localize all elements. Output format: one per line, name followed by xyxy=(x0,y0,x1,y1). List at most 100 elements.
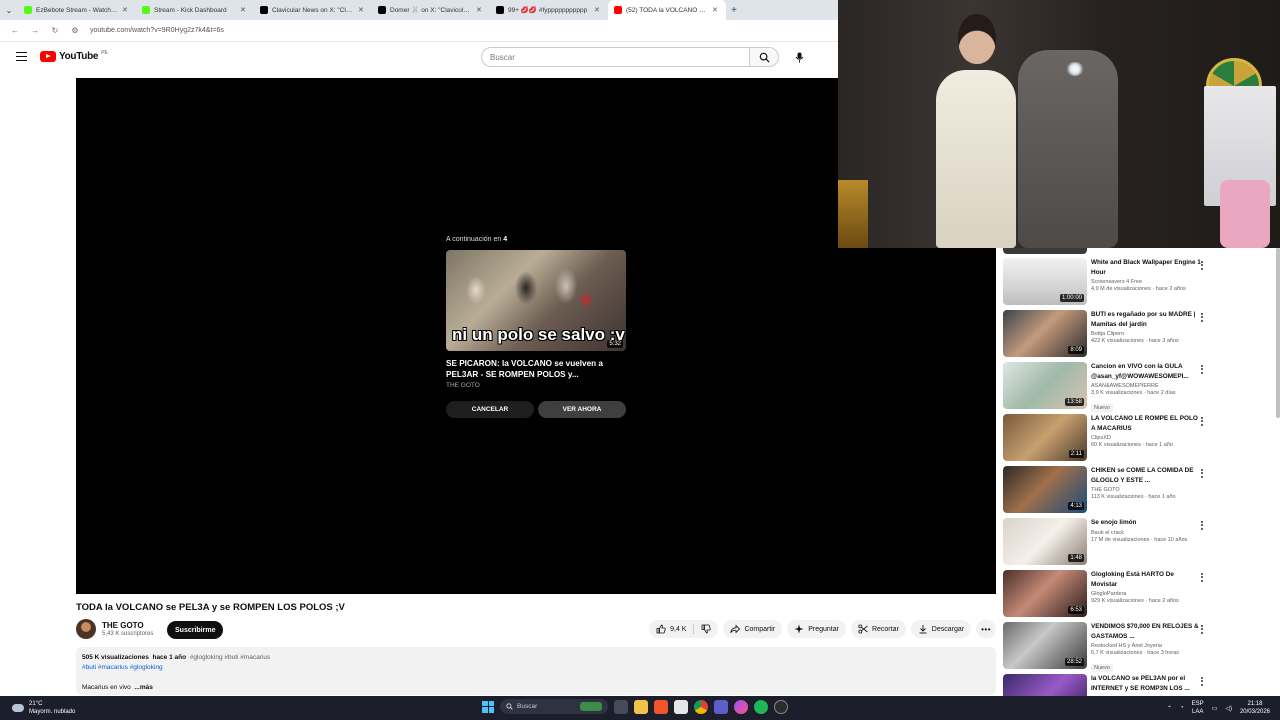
browser-tab[interactable]: Stream - Kick Dashboard ✕ xyxy=(136,0,254,20)
menu-icon[interactable] xyxy=(16,52,27,61)
video-title[interactable]: Cancion en VIVO con la GULA @asan_yf@WOW… xyxy=(1091,362,1201,381)
show-more-link[interactable]: ...más xyxy=(134,684,152,691)
more-actions-button[interactable]: ••• xyxy=(976,620,996,638)
close-tab-icon[interactable]: ✕ xyxy=(476,6,484,14)
watch-now-button[interactable]: VER AHORA xyxy=(538,401,626,418)
forward-arrow-icon[interactable]: → xyxy=(30,26,40,35)
file-explorer-icon[interactable] xyxy=(634,699,648,714)
video-title[interactable]: VENDIMOS $70,000 EN RELOJES & GASTAMOS .… xyxy=(1091,622,1201,641)
more-vert-icon[interactable] xyxy=(1199,674,1205,688)
close-tab-icon[interactable]: ✕ xyxy=(122,6,130,14)
language-indicator[interactable]: ESP LAA xyxy=(1192,700,1204,716)
recommended-video[interactable]: 4:13 CHIKEN se COME LA COMIDA DE GLOGLO Y… xyxy=(1003,466,1273,514)
video-thumbnail[interactable]: 1:48 xyxy=(1003,518,1087,565)
back-arrow-icon[interactable]: ← xyxy=(10,26,20,35)
video-title[interactable]: la VOLCANO se PEL3AN por el INTERNET y S… xyxy=(1091,674,1201,693)
more-vert-icon[interactable] xyxy=(1199,414,1205,428)
clock[interactable]: 21:18 20/03/2026 xyxy=(1240,700,1270,716)
close-tab-icon[interactable]: ✕ xyxy=(594,6,602,14)
close-tab-icon[interactable]: ✕ xyxy=(712,6,720,14)
video-title[interactable]: White and Black Wallpaper Engine 1 Hour xyxy=(1091,258,1201,277)
brave-browser-icon[interactable] xyxy=(654,699,668,714)
channel-name[interactable]: Screensavers 4 Free xyxy=(1091,279,1201,285)
browser-tab[interactable]: Domer 🐰 on X: "Clavicular ad ✕ xyxy=(372,0,490,20)
browser-tab[interactable]: 99+ 💋💋 #fyppppppppppp ✕ xyxy=(490,0,608,20)
youtube-logo[interactable]: YouTube PE xyxy=(40,50,108,62)
up-next-thumbnail[interactable]: ni un polo se salvo :v 5:32 xyxy=(446,250,626,351)
clip-button[interactable]: Recortar xyxy=(850,620,906,638)
channel-name[interactable]: ASAN&AWESOMEPIERRE xyxy=(1091,383,1201,389)
description-box[interactable]: 505 K visualizaciones hace 1 año #gloglo… xyxy=(76,647,996,695)
recommended-video[interactable]: 2:11 LA VOLCANO LE ROMPE EL POLO A MACARI… xyxy=(1003,414,1273,462)
channel-name[interactable]: Bauti el crack xyxy=(1091,530,1201,536)
more-vert-icon[interactable] xyxy=(1199,518,1205,532)
subscribe-button[interactable]: Suscribirme xyxy=(167,621,224,639)
recommended-video[interactable]: 8:09 BUTI es regañado por su MADRE | Mami… xyxy=(1003,310,1273,358)
thumbs-down-icon[interactable] xyxy=(701,624,712,634)
hashtags-line-1[interactable]: #glogloking #buti #macarius xyxy=(190,654,271,661)
more-vert-icon[interactable] xyxy=(1199,570,1205,584)
browser-tab[interactable]: EzBebote Stream - Watch Live ✕ xyxy=(18,0,136,20)
more-vert-icon[interactable] xyxy=(1199,362,1205,376)
video-title[interactable]: BUTI es regañado por su MADRE | Mamitas … xyxy=(1091,310,1201,329)
new-tab-button[interactable]: + xyxy=(726,5,742,16)
search-input[interactable]: Buscar xyxy=(481,47,749,67)
recommended-video[interactable]: 6:53 Glogloking Está HARTO De Movistar Glo… xyxy=(1003,570,1273,618)
tab-search-chevron-icon[interactable]: ⌄ xyxy=(0,6,18,15)
channel-name[interactable]: Bottja Clipero xyxy=(1091,331,1201,337)
more-vert-icon[interactable] xyxy=(1199,258,1205,272)
scrollbar[interactable] xyxy=(1276,248,1280,418)
site-info-icon[interactable]: ⚙ xyxy=(70,26,80,35)
video-title[interactable]: Se enojo limón xyxy=(1091,518,1201,528)
wifi-icon[interactable]: ◔ xyxy=(1180,705,1184,711)
voice-search-button[interactable] xyxy=(790,48,808,66)
chrome-icon[interactable] xyxy=(694,699,708,714)
video-thumbnail[interactable]: 2:11 xyxy=(1003,414,1087,461)
video-thumbnail[interactable]: 28:52 xyxy=(1003,622,1087,669)
browser-tab[interactable]: (52) TODA la VOLCANO se PEL3 ✕ xyxy=(608,0,726,20)
close-tab-icon[interactable]: ✕ xyxy=(240,6,248,14)
close-tab-icon[interactable]: ✕ xyxy=(358,6,366,14)
spotify-icon[interactable] xyxy=(754,699,768,714)
video-thumbnail[interactable]: 4:13 xyxy=(1003,466,1087,513)
recommended-video[interactable]: la VOLCANO se PEL3AN por el INTERNET y S… xyxy=(1003,674,1273,696)
obs-icon[interactable] xyxy=(774,699,788,714)
cancel-button[interactable]: CANCELAR xyxy=(446,401,534,418)
like-button[interactable]: 9,4 K xyxy=(649,620,719,638)
browser-tab[interactable]: Clavicular News on X: "Clavicul ✕ xyxy=(254,0,372,20)
taskbar-search[interactable]: Buscar xyxy=(500,699,608,714)
up-next-channel[interactable]: THE GOTO xyxy=(446,382,626,389)
video-thumbnail[interactable]: 8:09 xyxy=(1003,310,1087,357)
teams-icon[interactable] xyxy=(714,699,728,714)
recommended-video[interactable]: 1:48 Se enojo limón Bauti el crack 17 M de … xyxy=(1003,518,1273,566)
url-field[interactable]: youtube.com/watch?v=9R0Hyg2z7k4&t=6s xyxy=(90,27,224,34)
recommended-video[interactable]: 1:00:00 White and Black Wallpaper Engine … xyxy=(1003,258,1273,306)
volume-icon[interactable]: ◁) xyxy=(1225,705,1232,712)
messenger-icon[interactable] xyxy=(734,699,748,714)
channel-name[interactable]: Restocked HS y Ariel Joyeria xyxy=(1091,643,1201,649)
chevron-up-icon[interactable]: ⌃ xyxy=(1167,705,1172,712)
share-button[interactable]: Compartir xyxy=(723,620,783,638)
video-title[interactable]: LA VOLCANO LE ROMPE EL POLO A MACARIUS xyxy=(1091,414,1201,433)
channel-name[interactable]: THE GOTO xyxy=(102,621,144,630)
windows-start-icon[interactable] xyxy=(482,700,494,713)
up-next-title[interactable]: SE PICARON: la VOLCANO se vuelven a PEL3… xyxy=(446,358,626,380)
channel-name[interactable]: ClipsXD xyxy=(1091,435,1201,441)
video-thumbnail[interactable]: 6:53 xyxy=(1003,570,1087,617)
weather-widget[interactable]: 21°C Mayorm. nublado xyxy=(12,700,75,716)
more-vert-icon[interactable] xyxy=(1199,466,1205,480)
video-title[interactable]: Glogloking Está HARTO De Movistar xyxy=(1091,570,1201,589)
channel-name[interactable]: THE GOTO xyxy=(1091,487,1201,493)
channel-avatar[interactable] xyxy=(76,619,96,639)
more-vert-icon[interactable] xyxy=(1199,310,1205,324)
channel-name[interactable]: GlogloPardera xyxy=(1091,591,1201,597)
video-thumbnail[interactable]: 1:00:00 xyxy=(1003,258,1087,305)
microsoft-store-icon[interactable] xyxy=(674,699,688,714)
more-vert-icon[interactable] xyxy=(1199,622,1205,636)
download-button[interactable]: Descargar xyxy=(910,620,972,638)
video-thumbnail[interactable]: 13:58 xyxy=(1003,362,1087,409)
task-view-icon[interactable] xyxy=(614,699,628,714)
video-title[interactable]: CHIKEN se COME LA COMIDA DE GLOGLO Y EST… xyxy=(1091,466,1201,485)
recommended-video[interactable]: 13:58 Cancion en VIVO con la GULA @asan_y… xyxy=(1003,362,1273,412)
video-thumbnail[interactable] xyxy=(1003,674,1087,696)
